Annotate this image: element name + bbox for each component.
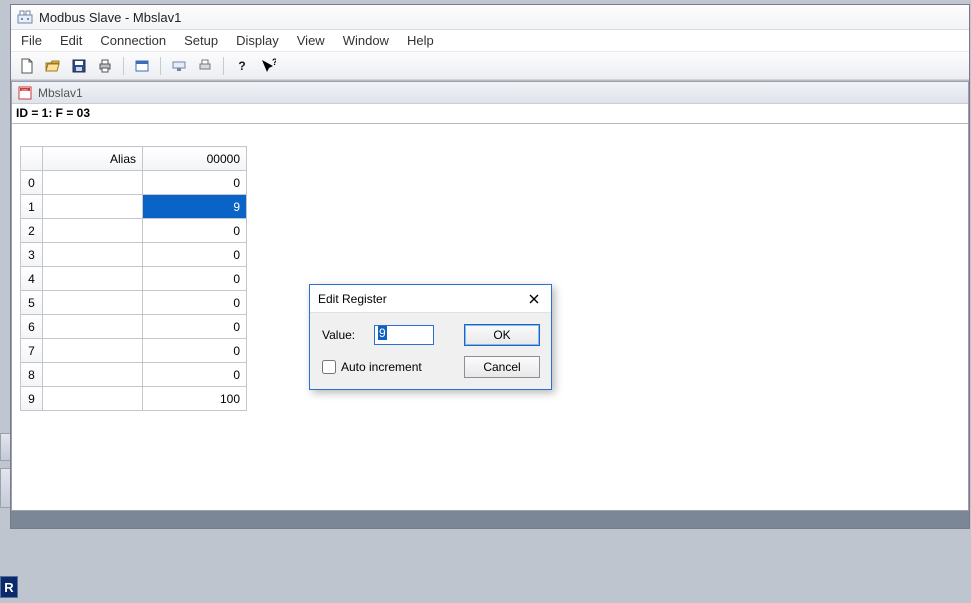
row-header[interactable]: 9	[21, 387, 43, 411]
svg-text:DOC: DOC	[22, 88, 30, 92]
help-button[interactable]: ?	[230, 55, 254, 77]
status-line: ID = 1: F = 03	[12, 104, 968, 124]
row-header[interactable]: 1	[21, 195, 43, 219]
cell-value[interactable]: 0	[143, 363, 247, 387]
row-header[interactable]: 7	[21, 339, 43, 363]
background-strip	[0, 0, 10, 603]
table-row[interactable]: 0 0	[21, 171, 247, 195]
child-title: Mbslav1	[38, 86, 83, 100]
cell-alias[interactable]	[43, 363, 143, 387]
cell-alias[interactable]	[43, 267, 143, 291]
menu-connection[interactable]: Connection	[100, 33, 166, 48]
table-row[interactable]: 9 100	[21, 387, 247, 411]
cell-alias[interactable]	[43, 219, 143, 243]
auto-increment-label: Auto increment	[341, 360, 422, 374]
menu-edit[interactable]: Edit	[60, 33, 82, 48]
toolbar-separator-1	[123, 57, 124, 75]
app-window: Modbus Slave - Mbslav1 File Edit Connect…	[10, 4, 970, 529]
menu-help[interactable]: Help	[407, 33, 434, 48]
cell-value-selected[interactable]: 9	[143, 195, 247, 219]
ok-button[interactable]: OK	[464, 324, 540, 346]
menu-setup[interactable]: Setup	[184, 33, 218, 48]
whats-this-button[interactable]: ?	[256, 55, 280, 77]
table-row[interactable]: 8 0	[21, 363, 247, 387]
open-button[interactable]	[41, 55, 65, 77]
value-input-text: 9	[378, 326, 387, 340]
row-header[interactable]: 4	[21, 267, 43, 291]
row-header[interactable]: 0	[21, 171, 43, 195]
toolbar-separator-2	[160, 57, 161, 75]
new-button[interactable]	[15, 55, 39, 77]
cell-alias[interactable]	[43, 171, 143, 195]
cell-alias[interactable]	[43, 243, 143, 267]
cell-value[interactable]: 0	[143, 243, 247, 267]
cell-value[interactable]: 0	[143, 315, 247, 339]
table-row[interactable]: 2 0	[21, 219, 247, 243]
edit-register-dialog: Edit Register Value: 9 OK Auto increment…	[309, 284, 552, 390]
cell-value[interactable]: 0	[143, 267, 247, 291]
svg-text:?: ?	[272, 58, 276, 67]
col-header-alias[interactable]: Alias	[43, 147, 143, 171]
print-button[interactable]	[93, 55, 117, 77]
cell-value[interactable]: 0	[143, 339, 247, 363]
connect-button[interactable]	[167, 55, 191, 77]
doc-icon: DOC	[17, 85, 33, 101]
cancel-button[interactable]: Cancel	[464, 356, 540, 378]
menu-view[interactable]: View	[297, 33, 325, 48]
background-r-badge: R	[0, 576, 18, 598]
cell-value[interactable]: 0	[143, 171, 247, 195]
value-input[interactable]: 9	[374, 325, 434, 345]
register-table: Alias 00000 0 0 1 9 2	[20, 146, 247, 411]
table-row[interactable]: 7 0	[21, 339, 247, 363]
app-title: Modbus Slave - Mbslav1	[39, 10, 181, 25]
menu-window[interactable]: Window	[343, 33, 389, 48]
table-row[interactable]: 5 0	[21, 291, 247, 315]
mdi-area: DOC Mbslav1 ID = 1: F = 03 Alias 00000 0…	[11, 80, 969, 528]
cell-alias[interactable]	[43, 195, 143, 219]
menu-display[interactable]: Display	[236, 33, 279, 48]
close-icon[interactable]	[525, 290, 543, 308]
titlebar[interactable]: Modbus Slave - Mbslav1	[11, 5, 969, 30]
table-row[interactable]: 4 0	[21, 267, 247, 291]
print2-button[interactable]	[193, 55, 217, 77]
background-bottom	[0, 529, 971, 603]
table-row[interactable]: 3 0	[21, 243, 247, 267]
menubar: File Edit Connection Setup Display View …	[11, 30, 969, 52]
cell-alias[interactable]	[43, 387, 143, 411]
window-button[interactable]	[130, 55, 154, 77]
app-icon	[17, 9, 33, 25]
table-row[interactable]: 1 9	[21, 195, 247, 219]
cell-value[interactable]: 0	[143, 291, 247, 315]
cell-alias[interactable]	[43, 315, 143, 339]
cell-value[interactable]: 0	[143, 219, 247, 243]
toolbar: ? ?	[11, 52, 969, 80]
value-label: Value:	[322, 328, 366, 342]
cell-value[interactable]: 100	[143, 387, 247, 411]
cell-alias[interactable]	[43, 291, 143, 315]
dialog-body: Value: 9 OK Auto increment Cancel	[310, 313, 551, 389]
row-header[interactable]: 8	[21, 363, 43, 387]
corner-header[interactable]	[21, 147, 43, 171]
row-header[interactable]: 2	[21, 219, 43, 243]
row-header[interactable]: 3	[21, 243, 43, 267]
row-header[interactable]: 5	[21, 291, 43, 315]
row-header[interactable]: 6	[21, 315, 43, 339]
save-button[interactable]	[67, 55, 91, 77]
svg-text:?: ?	[238, 59, 245, 73]
dialog-title: Edit Register	[318, 292, 387, 306]
dialog-titlebar[interactable]: Edit Register	[310, 285, 551, 313]
toolbar-separator-3	[223, 57, 224, 75]
cell-alias[interactable]	[43, 339, 143, 363]
auto-increment-input[interactable]	[322, 360, 336, 374]
table-row[interactable]: 6 0	[21, 315, 247, 339]
child-titlebar[interactable]: DOC Mbslav1	[12, 82, 968, 104]
auto-increment-checkbox[interactable]: Auto increment	[322, 360, 456, 374]
menu-file[interactable]: File	[21, 33, 42, 48]
col-header-value[interactable]: 00000	[143, 147, 247, 171]
